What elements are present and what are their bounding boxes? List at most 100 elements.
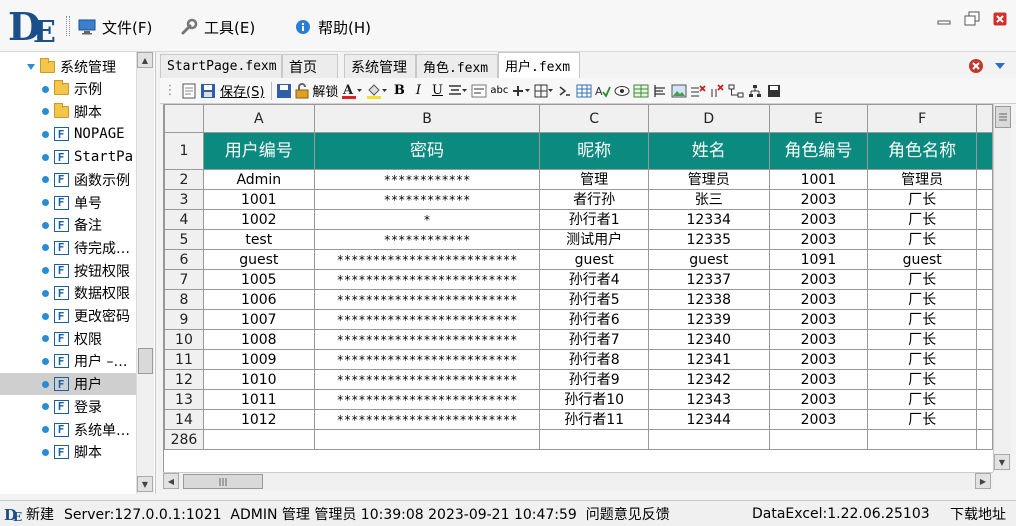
tab-role[interactable]: 角色.fexm	[416, 54, 498, 78]
cell-role-name[interactable]: 厂长	[867, 329, 978, 350]
cell-password[interactable]: *************************	[313, 409, 541, 430]
cell-role-name[interactable]: 厂长	[867, 189, 978, 210]
cell-name[interactable]: 12341	[648, 349, 770, 370]
cell-user-id[interactable]: 1009	[202, 349, 315, 370]
cell-nickname[interactable]: 孙行者11	[539, 409, 650, 430]
cell-user-id[interactable]: 1011	[202, 389, 315, 410]
tab-list-dropdown[interactable]	[994, 60, 1006, 72]
cell-role-id[interactable]: 2003	[768, 229, 869, 250]
cell-empty[interactable]	[976, 249, 993, 270]
cell-password[interactable]: *************************	[313, 369, 541, 390]
cell-empty[interactable]	[976, 429, 993, 450]
cell-name[interactable]: 12343	[648, 389, 770, 410]
cell-password[interactable]: *************************	[313, 389, 541, 410]
cell-role-id[interactable]: 2003	[768, 209, 869, 230]
cell-empty[interactable]	[976, 329, 993, 350]
column-icon[interactable]	[652, 81, 668, 101]
hierarchy-icon[interactable]	[747, 81, 763, 101]
cell-user-id[interactable]: 1006	[202, 289, 315, 310]
tree-structure-icon[interactable]	[728, 81, 744, 101]
cell-nickname[interactable]: 孙行者4	[539, 269, 650, 290]
grid-vertical-scrollbar[interactable]: ▼	[993, 104, 1011, 472]
cell-user-id[interactable]: 1012	[202, 409, 315, 430]
cell-nickname[interactable]: 测试用户	[539, 229, 650, 250]
tab-startpage[interactable]: StartPage.fexm	[160, 54, 282, 78]
cell-empty[interactable]	[976, 309, 993, 330]
align-icon[interactable]	[448, 81, 468, 101]
cell-empty[interactable]	[976, 289, 993, 310]
cell-name[interactable]: 12339	[648, 309, 770, 330]
borders-icon[interactable]	[534, 81, 554, 101]
cell-name[interactable]: guest	[648, 249, 770, 270]
cell-role-id[interactable]: 2003	[768, 189, 869, 210]
cell-nickname[interactable]: 孙行者5	[539, 289, 650, 310]
tree-item[interactable]: 脚本	[0, 101, 136, 123]
font-color-button[interactable]: A	[341, 81, 363, 101]
cell-empty[interactable]	[648, 429, 770, 450]
cell-name[interactable]: 12334	[648, 209, 770, 230]
tree-item[interactable]: F 更改密码	[0, 305, 136, 327]
cell-name[interactable]: 12335	[648, 229, 770, 250]
cell-empty[interactable]	[867, 429, 978, 450]
expand-arrow-icon[interactable]	[24, 62, 38, 72]
tree-item[interactable]: F StartPa	[0, 146, 136, 168]
status-download-link[interactable]: 下载地址	[950, 504, 1006, 524]
cell-password[interactable]: ************	[313, 169, 541, 190]
row-number[interactable]: 5	[164, 229, 204, 250]
cell-role-id[interactable]: 2003	[768, 269, 869, 290]
cell-name[interactable]: 12338	[648, 289, 770, 310]
cell-user-id[interactable]: Admin	[202, 169, 315, 190]
cell-empty[interactable]	[976, 409, 993, 430]
column-header-d[interactable]: D	[648, 104, 770, 133]
cell-role-name[interactable]: 厂长	[867, 409, 978, 430]
row-number[interactable]: 8	[164, 289, 204, 310]
status-new[interactable]: 新建	[26, 504, 54, 524]
menu-file[interactable]: 文件(F)	[78, 14, 152, 40]
cell-role-id[interactable]: 2003	[768, 369, 869, 390]
cell-nickname[interactable]: 者行孙	[539, 189, 650, 210]
italic-icon[interactable]: I	[410, 81, 426, 101]
cell-empty[interactable]	[976, 389, 993, 410]
cell-user-id[interactable]: 1002	[202, 209, 315, 230]
header-cell-role-id[interactable]: 角色编号	[768, 132, 869, 170]
header-cell-nickname[interactable]: 昵称	[539, 132, 650, 170]
cell-password[interactable]: *************************	[313, 269, 541, 290]
close-tab-button[interactable]	[968, 58, 984, 74]
cell-empty[interactable]	[539, 429, 650, 450]
menu-help[interactable]: 帮助(H)	[294, 14, 371, 40]
tree-item[interactable]: F 单号	[0, 192, 136, 214]
cell-password[interactable]: *	[313, 209, 541, 230]
grid-hscroll-thumb[interactable]	[183, 474, 263, 489]
cell-role-id[interactable]: 2003	[768, 349, 869, 370]
row-number[interactable]: 286	[164, 429, 204, 450]
grid-lines-icon[interactable]	[633, 81, 649, 101]
column-header-extra[interactable]	[976, 104, 993, 133]
cell-nickname[interactable]: 孙行者10	[539, 389, 650, 410]
tree-item[interactable]: 示例	[0, 78, 136, 100]
tree-item[interactable]: F 用户	[0, 373, 136, 396]
cell-role-name[interactable]: guest	[867, 249, 978, 270]
row-number[interactable]: 3	[164, 189, 204, 210]
wrap-text-icon[interactable]	[471, 81, 487, 101]
tree-item[interactable]: F 权限	[0, 328, 136, 350]
header-cell-password[interactable]: 密码	[313, 132, 541, 170]
delete-column-icon[interactable]	[709, 81, 725, 101]
image-icon[interactable]	[671, 81, 687, 101]
fill-color-button[interactable]	[366, 81, 388, 101]
save-button[interactable]: 保存(S)	[200, 81, 264, 101]
cell-empty[interactable]	[976, 269, 993, 290]
row-number[interactable]: 14	[164, 409, 204, 430]
tree-scrollbar[interactable]: ▲ ▼	[136, 52, 154, 494]
row-number[interactable]: 10	[164, 329, 204, 350]
cell-role-name[interactable]: 厂长	[867, 289, 978, 310]
cell-empty[interactable]	[976, 189, 993, 210]
delete-row-icon[interactable]	[690, 81, 707, 101]
tree-scroll-thumb[interactable]	[138, 348, 153, 374]
spell-check-icon[interactable]: A	[595, 81, 612, 101]
tree-item[interactable]: F 用户 –…	[0, 350, 136, 372]
bold-icon[interactable]: B	[391, 81, 407, 101]
cell-nickname[interactable]: 孙行者1	[539, 209, 650, 230]
cell-name[interactable]: 12342	[648, 369, 770, 390]
cell-empty[interactable]	[313, 429, 541, 450]
grid-vscroll-thumb[interactable]	[995, 106, 1011, 128]
